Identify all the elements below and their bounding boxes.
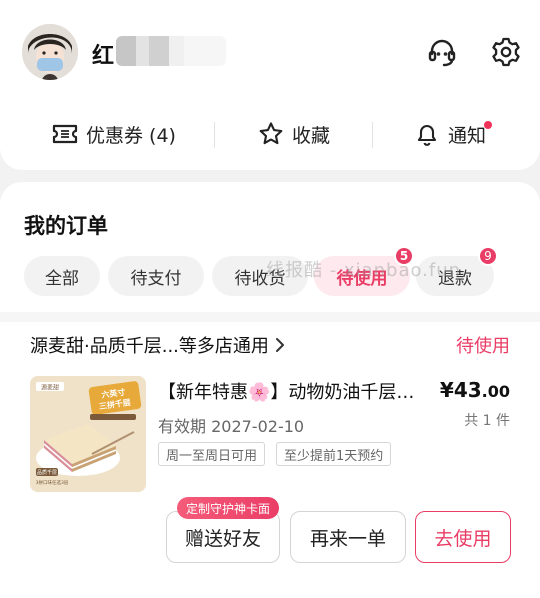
star-icon (259, 122, 283, 145)
username-blur (116, 36, 226, 66)
gear-icon[interactable] (490, 36, 522, 68)
notifications-link[interactable]: 通知 (414, 112, 486, 156)
tab-label: 待支付 (130, 268, 182, 289)
tab-all[interactable]: 全部 (24, 256, 100, 296)
promo-badge: 定制守护神卡面 (177, 497, 280, 519)
watermark: 线报酷 - xianbao.fun (266, 260, 462, 281)
usage-tag: 至少提前1天预约 (276, 442, 392, 466)
tab-label: 全部 (45, 268, 79, 289)
headset-icon[interactable] (426, 36, 458, 68)
product-image-label: 品质千层 (37, 469, 57, 476)
ticket-icon (52, 124, 78, 144)
validity-date: 有效期 2027-02-10 (158, 417, 305, 436)
coupons-label: 优惠券 (4) (86, 124, 176, 147)
order-status: 待使用 (456, 336, 510, 357)
product-title[interactable]: 【新年特惠🌸】动物奶油千层… (158, 378, 420, 404)
usage-tag: 周一至周日可用 (158, 442, 266, 466)
favorites-link[interactable]: 收藏 (258, 112, 330, 156)
coupons-link[interactable]: 优惠券 (4) (52, 112, 176, 156)
store-link[interactable]: 源麦甜·品质千层...等多店通用 (30, 332, 287, 358)
favorites-label: 收藏 (292, 124, 331, 147)
divider (214, 122, 215, 148)
product-image[interactable]: 源麦甜 六英寸 三拼千层 品质千层 3拼口味任选3层 (30, 376, 146, 492)
chevron-right-icon (275, 338, 284, 352)
tab-pending-payment[interactable]: 待支付 (108, 256, 204, 296)
profile-header: 红 优惠券 (4) 收藏 通知 (0, 0, 540, 170)
notification-dot (484, 121, 492, 129)
product-image-brand: 源麦甜 (41, 384, 59, 392)
avatar[interactable] (22, 24, 78, 80)
use-button[interactable]: 去使用 (415, 511, 511, 563)
tab-badge: 9 (478, 246, 498, 266)
store-name: 源麦甜·品质千层...等多店通用 (30, 336, 269, 357)
reorder-button[interactable]: 再来一单 (290, 511, 406, 563)
price-integer: ¥43 (439, 378, 482, 402)
orders-title: 我的订单 (24, 214, 108, 238)
bell-icon (417, 124, 437, 146)
product-image-subtitle: 3拼口味任选3层 (36, 479, 69, 486)
quick-links: 优惠券 (4) 收藏 通知 (0, 112, 540, 156)
quantity: 共 1 件 (464, 413, 510, 429)
notifications-label: 通知 (448, 124, 487, 147)
divider (0, 312, 540, 322)
username: 红 (92, 44, 115, 69)
price: ¥43.00 (440, 378, 510, 402)
divider (372, 122, 373, 148)
orders-card: 我的订单 全部 待支付 待收货 待使用 5 退款 9 线报酷 - xianbao… (0, 182, 540, 598)
price-decimal: .00 (481, 382, 510, 401)
